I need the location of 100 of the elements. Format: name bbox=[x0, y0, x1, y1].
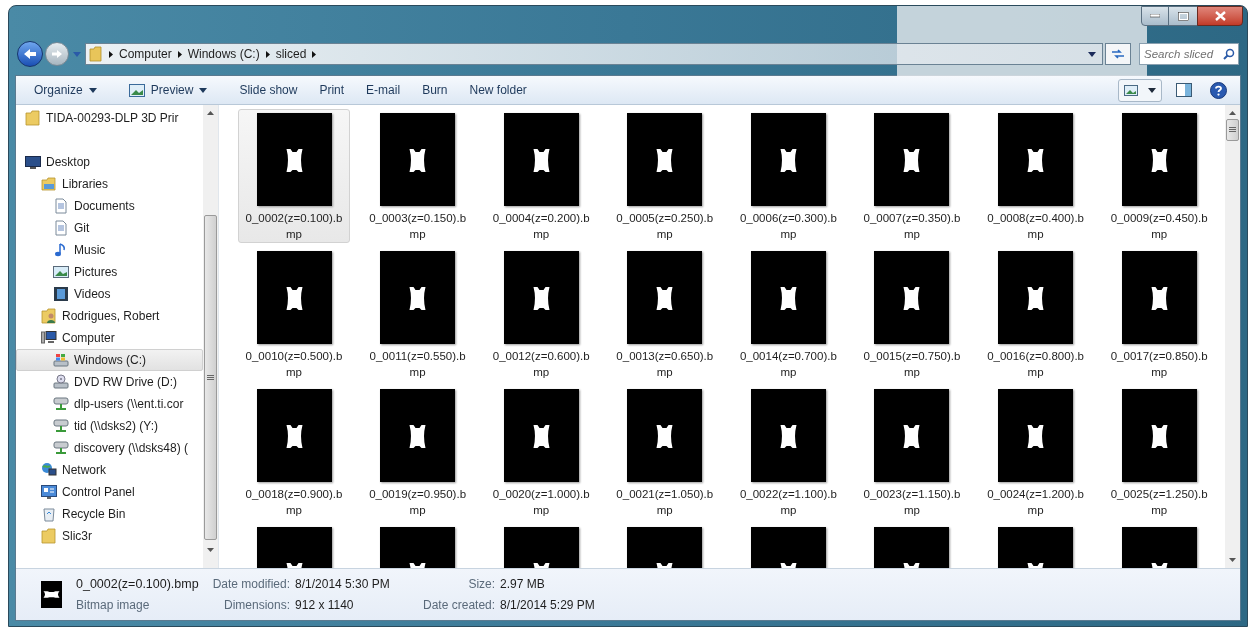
file-item[interactable]: 0_0011(z=0.550).bmp bbox=[361, 247, 474, 381]
toolbar-button[interactable]: E-mail bbox=[358, 78, 409, 102]
file-item[interactable]: 0_0023(z=1.150).bmp bbox=[855, 385, 968, 519]
file-name: 0_0024(z=1.200).bmp bbox=[986, 487, 1085, 518]
toolbar-button[interactable]: Organize bbox=[26, 78, 105, 102]
file-item[interactable]: 0_0019(z=0.950).bmp bbox=[361, 385, 474, 519]
toolbar-button[interactable]: Print bbox=[311, 78, 353, 102]
minimize-icon bbox=[1150, 14, 1160, 18]
forward-button[interactable] bbox=[45, 42, 69, 66]
file-item[interactable]: 0_0020(z=1.000).bmp bbox=[485, 385, 598, 519]
toolbar-button[interactable]: Burn bbox=[414, 78, 456, 102]
sidebar-item[interactable]: dlp-users (\\ent.ti.cor bbox=[16, 393, 203, 415]
field-label: Dimensions: bbox=[224, 597, 291, 614]
scrollbar-thumb[interactable] bbox=[1226, 119, 1239, 141]
file-item[interactable]: 0_0003(z=0.150).bmp bbox=[361, 109, 474, 243]
grip-icon bbox=[1229, 127, 1236, 133]
file-item[interactable]: 0_0014(z=0.700).bmp bbox=[732, 247, 845, 381]
drive-icon bbox=[53, 352, 69, 368]
file-item[interactable]: 0_0021(z=1.050).bmp bbox=[608, 385, 721, 519]
file-item[interactable]: 0_0022(z=1.100).bmp bbox=[732, 385, 845, 519]
toolbar-button[interactable]: Slide show bbox=[231, 78, 306, 102]
file-name: 0_0018(z=0.900).bmp bbox=[244, 487, 344, 518]
scrollbar-thumb[interactable] bbox=[204, 215, 217, 540]
breadcrumb[interactable]: sliced bbox=[275, 45, 307, 63]
sidebar-item[interactable]: Computer bbox=[16, 327, 203, 349]
toolbar-button[interactable]: Preview bbox=[120, 78, 216, 102]
sidebar-item[interactable]: Documents bbox=[16, 195, 203, 217]
monitor-icon bbox=[25, 154, 41, 170]
folder-icon bbox=[41, 176, 57, 192]
picture-icon bbox=[1124, 84, 1138, 96]
file-name: 0_0007(z=0.350).bmp bbox=[862, 211, 962, 242]
file-name: 0_0003(z=0.150).bmp bbox=[368, 211, 468, 242]
breadcrumb[interactable]: Computer bbox=[119, 45, 172, 63]
folder-icon bbox=[41, 528, 57, 544]
toolbar-button[interactable]: New folder bbox=[461, 78, 535, 102]
sidebar-item[interactable]: Git bbox=[16, 217, 203, 239]
file-item[interactable]: 0_0004(z=0.200).bmp bbox=[485, 109, 598, 243]
back-arrow-icon bbox=[23, 48, 37, 60]
file-item[interactable]: 0_0009(z=0.450).bmp bbox=[1103, 109, 1216, 243]
sidebar-item[interactable]: DVD RW Drive (D:) bbox=[16, 371, 203, 393]
file-item[interactable]: 0_0012(z=0.600).bmp bbox=[485, 247, 598, 381]
sidebar-item[interactable]: Network bbox=[16, 459, 203, 481]
scroll-down-icon[interactable] bbox=[1229, 558, 1236, 562]
scroll-up-icon[interactable] bbox=[1229, 111, 1236, 115]
file-item[interactable]: 0_0015(z=0.750).bmp bbox=[855, 247, 968, 381]
file-item[interactable]: 0_0006(z=0.300).bmp bbox=[732, 109, 845, 243]
sidebar-item[interactable]: Slic3r bbox=[16, 525, 203, 547]
file-name: 0_0014(z=0.700).bmp bbox=[738, 349, 838, 380]
folder-icon bbox=[89, 46, 103, 62]
file-item[interactable]: 0_0008(z=0.400).bmp bbox=[979, 109, 1092, 243]
file-item[interactable]: 0_0002(z=0.100).bmp bbox=[238, 109, 350, 243]
file-item[interactable]: 0_0018(z=0.900).bmp bbox=[238, 385, 350, 519]
file-item[interactable]: 0_0017(z=0.850).bmp bbox=[1103, 247, 1216, 381]
sidebar-item[interactable]: Libraries bbox=[16, 173, 203, 195]
back-button[interactable] bbox=[17, 41, 43, 67]
sidebar-item[interactable]: Music bbox=[16, 239, 203, 261]
refresh-icon bbox=[1111, 48, 1125, 60]
dropdown-icon[interactable] bbox=[1088, 51, 1096, 57]
chevron-icon[interactable] bbox=[109, 50, 113, 58]
breadcrumb[interactable]: Windows (C:) bbox=[187, 45, 260, 63]
sidebar-item[interactable]: Pictures bbox=[16, 261, 203, 283]
sidebar-item[interactable]: Windows (C:) bbox=[16, 349, 203, 371]
chevron-icon[interactable] bbox=[312, 50, 317, 58]
file-item[interactable]: 0_0007(z=0.350).bmp bbox=[855, 109, 968, 243]
field-label: Size: bbox=[468, 576, 496, 593]
minimize-button[interactable] bbox=[1141, 6, 1169, 26]
address-bar[interactable]: Computer Windows (C:) sliced bbox=[85, 43, 1103, 65]
file-item[interactable]: 0_0016(z=0.800).bmp bbox=[979, 247, 1092, 381]
file-type: Bitmap image bbox=[76, 597, 151, 615]
maximize-button[interactable] bbox=[1169, 6, 1197, 26]
chevron-icon[interactable] bbox=[177, 50, 182, 58]
sidebar-item[interactable]: Rodrigues, Robert bbox=[16, 305, 203, 327]
file-item[interactable]: 0_0024(z=1.200).bmp bbox=[979, 385, 1092, 519]
sidebar-item[interactable]: discovery (\\dsks48) ( bbox=[16, 437, 203, 459]
user-folder-icon bbox=[41, 308, 57, 324]
control-panel-icon bbox=[41, 484, 57, 500]
sidebar-item[interactable]: Recycle Bin bbox=[16, 503, 203, 525]
sidebar-scrollbar[interactable] bbox=[203, 105, 218, 568]
view-button[interactable] bbox=[1118, 78, 1162, 102]
file-item[interactable]: 0_0025(z=1.250).bmp bbox=[1103, 385, 1216, 519]
file-item[interactable]: 0_0010(z=0.500).bmp bbox=[238, 247, 350, 381]
file-item[interactable]: 0_0005(z=0.250).bmp bbox=[608, 109, 721, 243]
computer-icon bbox=[41, 330, 57, 346]
sidebar-item[interactable]: Control Panel bbox=[16, 481, 203, 503]
refresh-button[interactable] bbox=[1105, 43, 1131, 65]
file-item[interactable]: 0_0013(z=0.650).bmp bbox=[608, 247, 721, 381]
file-name: 0_0004(z=0.200).bmp bbox=[491, 211, 591, 242]
search-field[interactable]: Search sliced bbox=[1139, 43, 1239, 65]
scroll-up-icon[interactable] bbox=[207, 111, 214, 115]
scroll-down-icon[interactable] bbox=[207, 548, 214, 552]
sidebar-item[interactable]: tid (\\dsks2) (Y:) bbox=[16, 415, 203, 437]
field-label: Date modified: bbox=[212, 576, 291, 593]
chevron-icon[interactable] bbox=[265, 50, 270, 58]
document-icon bbox=[53, 220, 69, 236]
sidebar-item[interactable]: Videos bbox=[16, 283, 203, 305]
sidebar-item[interactable]: Desktop bbox=[16, 151, 203, 173]
pane-icon bbox=[1176, 83, 1192, 97]
sidebar-item[interactable]: TIDA-00293-DLP 3D Prir bbox=[16, 107, 203, 129]
close-button[interactable] bbox=[1197, 6, 1243, 26]
content-scrollbar[interactable] bbox=[1225, 105, 1240, 568]
